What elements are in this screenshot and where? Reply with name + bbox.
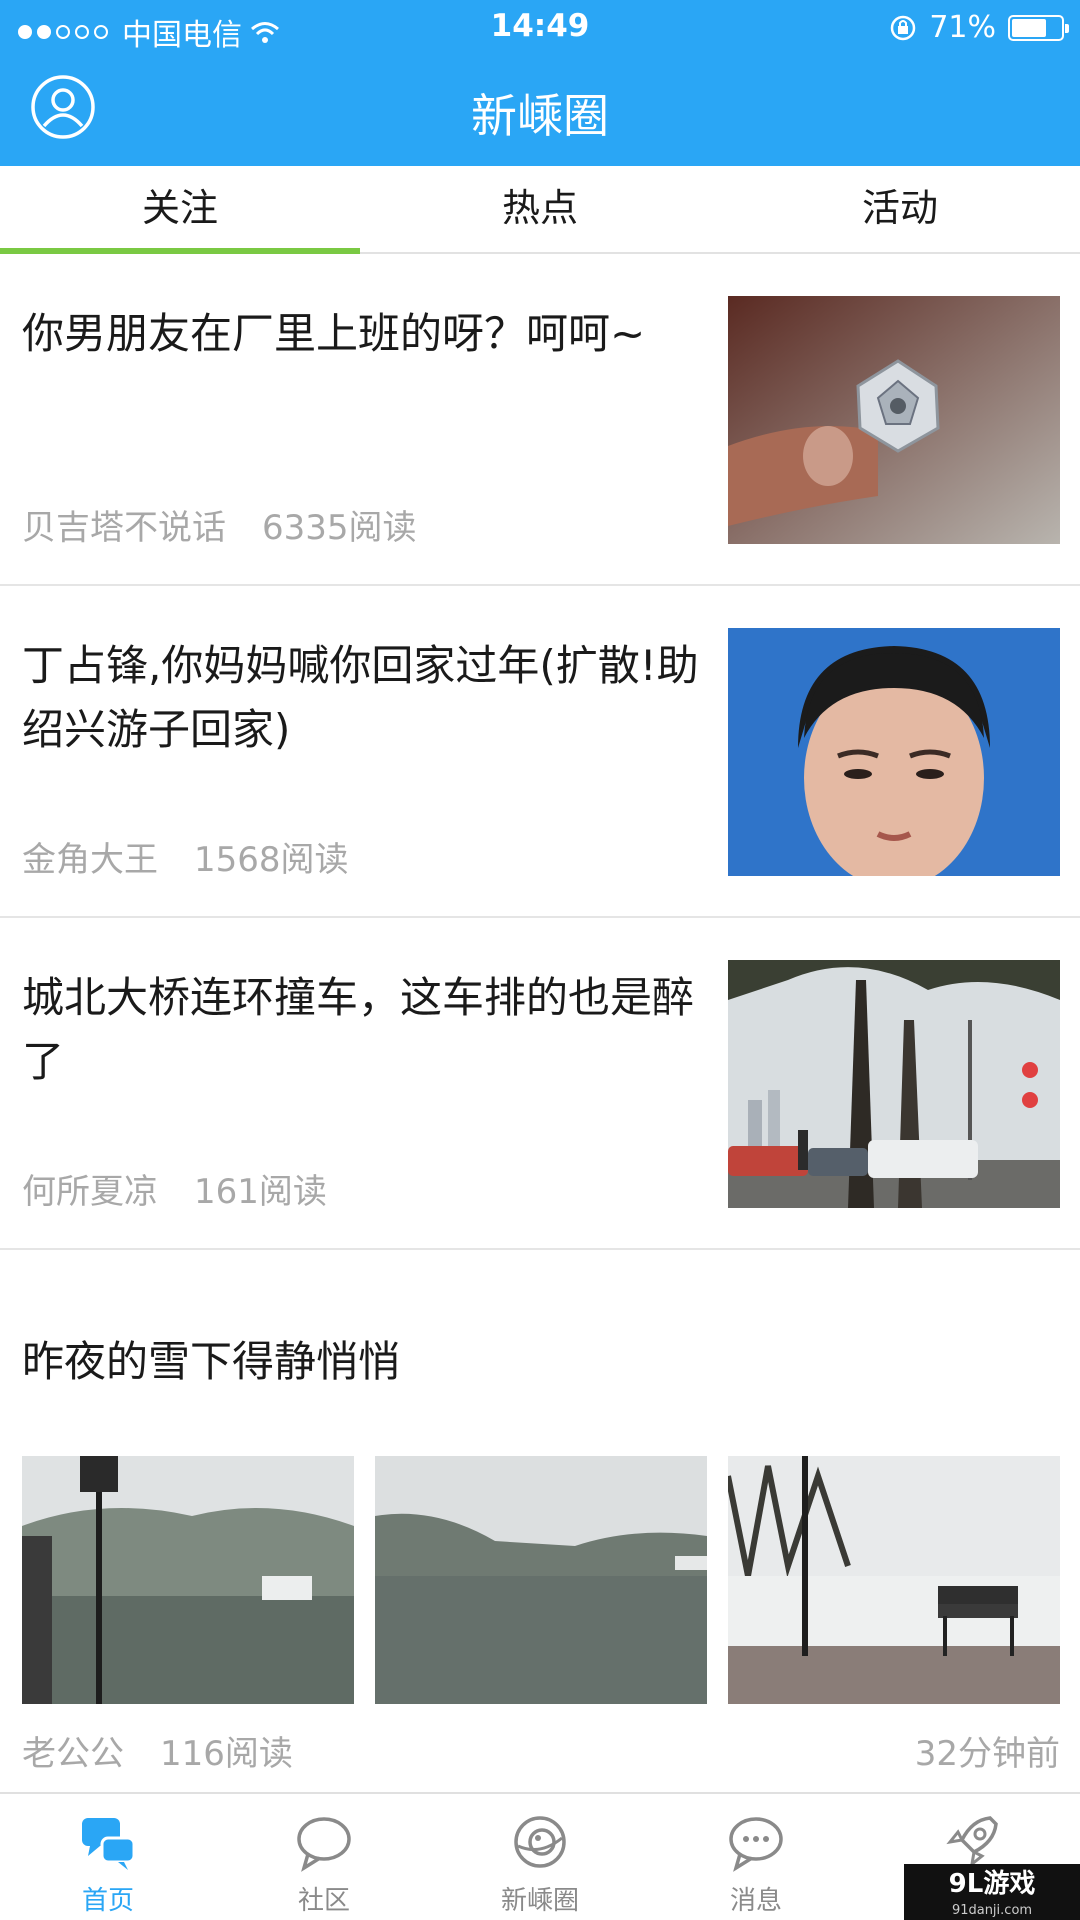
status-bar: 中国电信 14:49 71% xyxy=(0,0,1080,54)
nav-label: 首页 xyxy=(81,1886,134,1916)
feed-item[interactable]: 你男朋友在厂里上班的呀？呵呵~ 贝吉塔不说话 6335阅读 xyxy=(0,254,1080,586)
feed-item-title: 城北大桥连环撞车，这车排的也是醉了 xyxy=(22,973,695,1086)
tab-bar: 关注 热点 活动 xyxy=(0,166,1080,254)
gallery-post-meta: 老公公 116阅读 xyxy=(22,1726,293,1775)
rotation-lock-icon xyxy=(891,15,916,40)
gallery-image xyxy=(728,1456,1060,1704)
feed-item-meta: 金角大王 1568阅读 xyxy=(22,832,349,881)
nav-label: 社区 xyxy=(297,1886,350,1916)
site-watermark: 9L游戏 91danji.com xyxy=(904,1864,1080,1920)
rocket-icon xyxy=(946,1816,998,1868)
gallery-post-title: 昨夜的雪下得静悄悄 xyxy=(22,1337,401,1386)
watermark-text: 9L游戏 xyxy=(948,1869,1036,1899)
nav-label: 新嵊圈 xyxy=(500,1886,579,1916)
tab-events[interactable]: 活动 xyxy=(720,166,1080,252)
feed-list: 你男朋友在厂里上班的呀？呵呵~ 贝吉塔不说话 6335阅读 丁占锋,你妈妈喊你回… xyxy=(0,254,1080,1800)
nav-circle[interactable]: 新嵊圈 xyxy=(432,1794,648,1920)
planet-icon xyxy=(514,1816,566,1868)
feed-item-author: 贝吉塔不说话 xyxy=(22,508,226,548)
feed-item-thumbnail xyxy=(728,628,1060,876)
gallery-post[interactable]: 昨夜的雪下得静悄悄 老公公 116阅读 32分钟前 xyxy=(0,1250,1080,1800)
feed-item-title: 丁占锋,你妈妈喊你回家过年(扩散!助绍兴游子回家) xyxy=(22,641,699,754)
feed-item-author: 何所夏凉 xyxy=(22,1172,158,1212)
page-title: 新嵊圈 xyxy=(471,89,609,143)
feed-item-author: 金角大王 xyxy=(22,840,158,880)
gallery-post-time: 32分钟前 xyxy=(914,1734,1060,1774)
gallery-image xyxy=(375,1456,707,1704)
nav-messages[interactable]: 消息 xyxy=(648,1794,864,1920)
nav-label: 消息 xyxy=(729,1886,782,1916)
gallery-post-reads: 116阅读 xyxy=(160,1734,293,1774)
gallery-images xyxy=(22,1456,1060,1704)
app-header: 中国电信 14:49 71% 新嵊圈 xyxy=(0,0,1080,166)
feed-item-thumbnail xyxy=(728,296,1060,544)
feed-item-reads: 6335阅读 xyxy=(262,508,417,548)
feed-item[interactable]: 城北大桥连环撞车，这车排的也是醉了 何所夏凉 161阅读 xyxy=(0,918,1080,1250)
feed-item-reads: 1568阅读 xyxy=(194,840,349,880)
tab-hot[interactable]: 热点 xyxy=(360,166,720,252)
battery-percent: 71% xyxy=(929,10,996,45)
tab-follow[interactable]: 关注 xyxy=(0,166,360,254)
nav-community[interactable]: 社区 xyxy=(216,1794,432,1920)
feed-item-reads: 161阅读 xyxy=(194,1172,327,1212)
battery-level xyxy=(1012,18,1047,37)
feed-item-meta: 贝吉塔不说话 6335阅读 xyxy=(22,500,417,549)
feed-item-thumbnail xyxy=(728,960,1060,1208)
speech-bubble-icon xyxy=(297,1817,351,1872)
battery-icon xyxy=(1008,14,1069,41)
feed-item-meta: 何所夏凉 161阅读 xyxy=(22,1164,327,1213)
watermark-url: 91danji.com xyxy=(951,1903,1033,1918)
gallery-post-author: 老公公 xyxy=(22,1734,124,1774)
feed-item-title: 你男朋友在厂里上班的呀？呵呵~ xyxy=(22,309,646,358)
gallery-image xyxy=(22,1456,354,1704)
feed-item[interactable]: 丁占锋,你妈妈喊你回家过年(扩散!助绍兴游子回家) 金角大王 1568阅读 xyxy=(0,586,1080,918)
message-dots-icon xyxy=(729,1817,783,1872)
nav-home[interactable]: 首页 xyxy=(0,1794,216,1920)
status-right: 71% xyxy=(889,10,1069,45)
chat-bubbles-icon xyxy=(82,1818,136,1870)
